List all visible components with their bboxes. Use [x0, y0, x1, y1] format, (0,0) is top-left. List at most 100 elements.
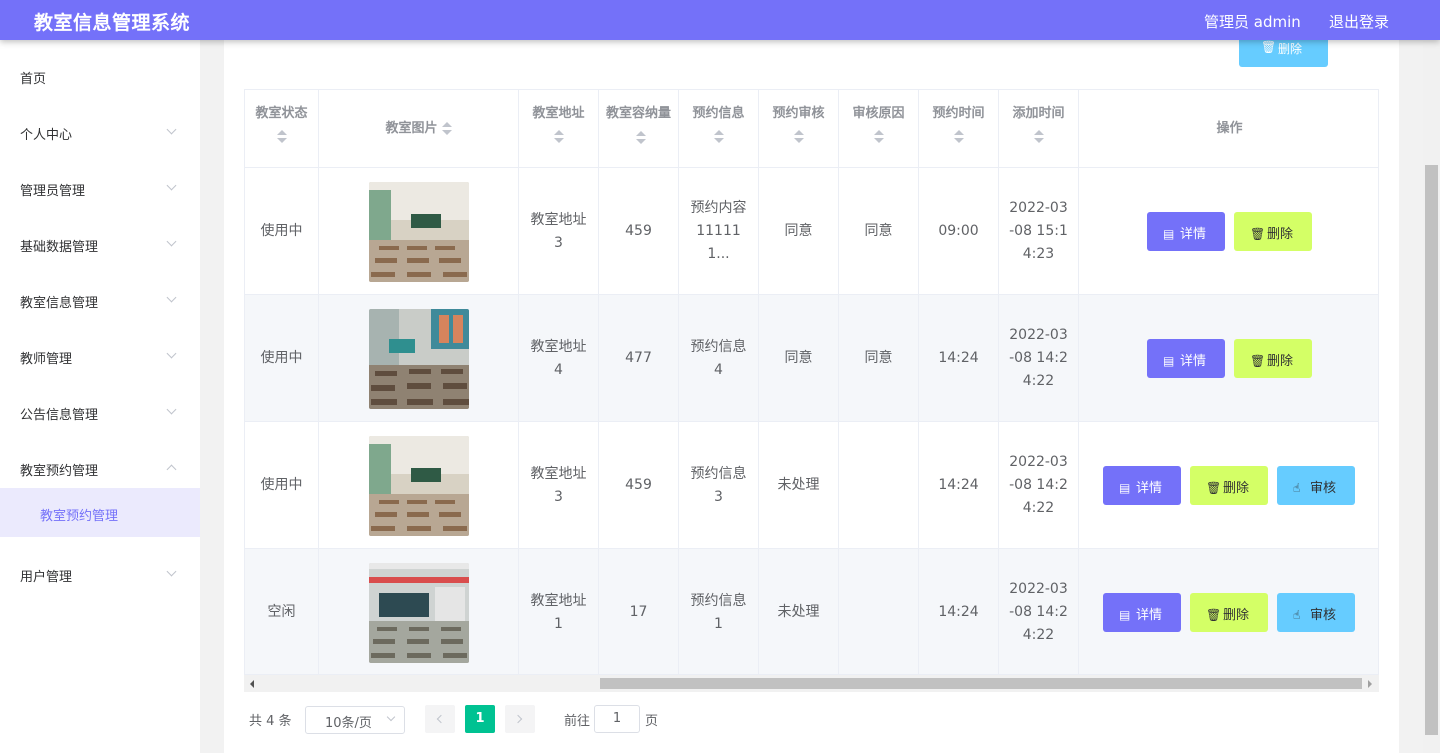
goto-page-input[interactable]: 1: [594, 705, 640, 733]
table-row: 空闲 教室地址1 17 预约信息1 未处理 14:24 2022-03-08 1…: [245, 549, 1378, 674]
document-icon: ▤: [1119, 608, 1131, 622]
cell-address: 教室地址3: [519, 168, 599, 295]
sidebar-subitem-label: 教室预约管理: [40, 509, 119, 524]
sidebar-item-teachers[interactable]: 教师管理: [0, 328, 200, 384]
sort-icon[interactable]: [873, 130, 884, 144]
cell-booking-info: 预约内容111111...: [679, 168, 759, 295]
classroom-photo[interactable]: [368, 562, 469, 663]
sidebar-item-label: 管理员管理: [20, 184, 86, 199]
column-header-label: 审核原因: [852, 106, 905, 121]
column-header-booking-info[interactable]: 预约信息: [679, 90, 759, 168]
cell-capacity: 477: [599, 295, 679, 422]
audit-button-label: 审核: [1310, 608, 1337, 623]
current-user-label[interactable]: 管理员 admin: [1204, 11, 1301, 32]
chevron-up-icon: [166, 464, 177, 475]
cell-reason: 同意: [839, 295, 919, 422]
sort-icon[interactable]: [276, 130, 287, 144]
sidebar-item-personal-center[interactable]: 个人中心: [0, 104, 200, 160]
cell-booking-info: 预约信息3: [679, 422, 759, 549]
audit-button[interactable]: ☝ 审核: [1277, 593, 1355, 632]
document-icon: ▤: [1119, 481, 1131, 495]
booking-table: 教室状态 教室图片 教室地址 教室容纳量 预约信息 预约审核 审核原因 预约时间…: [244, 89, 1379, 675]
cell-added-time: 2022-03-08 14:24:22: [999, 422, 1079, 549]
cell-actions: ▤ 详情 🗑 删除 ☝ 审核: [1079, 549, 1378, 674]
sidebar-subitem-booking-management[interactable]: 教室预约管理: [0, 488, 200, 537]
sort-icon[interactable]: [635, 130, 646, 145]
table-horizontal-scrollbar[interactable]: [244, 675, 1379, 692]
column-header-booking-time[interactable]: 预约时间: [919, 90, 999, 168]
delete-button[interactable]: 🗑 删除: [1190, 593, 1268, 632]
detail-button[interactable]: ▤ 详情: [1147, 339, 1225, 378]
column-header-label: 教室图片: [385, 121, 438, 136]
delete-button-label: 删除: [1267, 227, 1294, 242]
sidebar-item-admin-management[interactable]: 管理员管理: [0, 160, 200, 216]
audit-button[interactable]: ☝ 审核: [1277, 466, 1355, 505]
detail-button-label: 详情: [1180, 227, 1207, 242]
sort-icon[interactable]: [441, 121, 452, 136]
sidebar-item-users[interactable]: 用户管理: [0, 546, 200, 602]
detail-button-label: 详情: [1180, 354, 1207, 369]
sidebar-item-classroom-info[interactable]: 教室信息管理: [0, 272, 200, 328]
prev-page-button[interactable]: [425, 705, 455, 733]
cell-added-time: 2022-03-08 15:14:23: [999, 168, 1079, 295]
sidebar-item-home[interactable]: 首页: [0, 48, 200, 104]
sidebar-item-label: 个人中心: [20, 128, 73, 143]
delete-button[interactable]: 🗑 删除: [1234, 212, 1312, 251]
cell-status: 空闲: [245, 549, 319, 674]
column-header-label: 教室地址: [532, 106, 585, 121]
classroom-photo[interactable]: [368, 435, 469, 536]
cell-review: 同意: [759, 295, 839, 422]
detail-button[interactable]: ▤ 详情: [1103, 466, 1181, 505]
cell-reason: 同意: [839, 168, 919, 295]
column-header-label: 预约时间: [932, 106, 985, 121]
cell-status: 使用中: [245, 422, 319, 549]
cell-actions: ▤ 详情 🗑 删除: [1079, 168, 1378, 295]
next-page-button[interactable]: [505, 705, 535, 733]
column-header-review[interactable]: 预约审核: [759, 90, 839, 168]
trash-icon: 🗑: [1250, 227, 1266, 241]
cell-review: 未处理: [759, 549, 839, 674]
column-header-reason[interactable]: 审核原因: [839, 90, 919, 168]
table-row: 使用中 教室地址4 477 预约信息4 同意 同意 14:24 2022-03-…: [245, 295, 1378, 422]
column-header-label: 教室容纳量: [605, 106, 671, 121]
sidebar-item-basic-data[interactable]: 基础数据管理: [0, 216, 200, 272]
column-header-image[interactable]: 教室图片: [319, 90, 519, 168]
classroom-photo[interactable]: [368, 181, 469, 282]
cell-address: 教室地址1: [519, 549, 599, 674]
scrollbar-thumb[interactable]: [1425, 165, 1438, 735]
sidebar: 首页 个人中心 管理员管理 基础数据管理 教室信息管理 教师管理 公告信息管理 …: [0, 40, 200, 753]
document-icon: ▤: [1163, 354, 1175, 368]
trash-icon: 🗑: [1206, 608, 1222, 622]
classroom-photo[interactable]: [368, 308, 469, 409]
scroll-left-arrow-icon[interactable]: [250, 680, 254, 688]
sort-icon[interactable]: [953, 130, 964, 144]
cell-booking-time: 14:24: [919, 422, 999, 549]
page-size-select[interactable]: 10条/页: [305, 706, 405, 734]
sort-icon[interactable]: [1033, 130, 1044, 144]
pagination-total: 共 4 条: [249, 714, 292, 729]
detail-button[interactable]: ▤ 详情: [1147, 212, 1225, 251]
app-title: 教室信息管理系统: [34, 12, 191, 34]
sort-icon[interactable]: [713, 130, 724, 144]
column-header-capacity[interactable]: 教室容纳量: [599, 90, 679, 168]
delete-button[interactable]: 🗑 删除: [1190, 466, 1268, 505]
scroll-right-arrow-icon[interactable]: [1368, 680, 1372, 688]
cell-added-time: 2022-03-08 14:24:22: [999, 549, 1079, 674]
chevron-down-icon: [166, 348, 177, 359]
audit-button-label: 审核: [1310, 481, 1337, 496]
column-header-added-time[interactable]: 添加时间: [999, 90, 1079, 168]
delete-button[interactable]: 🗑 删除: [1234, 339, 1312, 378]
page-number-current[interactable]: 1: [465, 705, 495, 733]
page-vertical-scrollbar[interactable]: [1423, 40, 1440, 753]
cell-image: [319, 549, 519, 674]
logout-link[interactable]: 退出登录: [1329, 11, 1389, 32]
sidebar-item-announcements[interactable]: 公告信息管理: [0, 384, 200, 440]
detail-button[interactable]: ▤ 详情: [1103, 593, 1181, 632]
column-header-address[interactable]: 教室地址: [519, 90, 599, 168]
scrollbar-thumb[interactable]: [600, 678, 1362, 689]
sort-icon[interactable]: [553, 130, 564, 144]
column-header-status[interactable]: 教室状态: [245, 90, 319, 168]
cell-booking-time: 14:24: [919, 549, 999, 674]
sidebar-item-label: 首页: [20, 72, 47, 87]
sort-icon[interactable]: [793, 130, 804, 144]
